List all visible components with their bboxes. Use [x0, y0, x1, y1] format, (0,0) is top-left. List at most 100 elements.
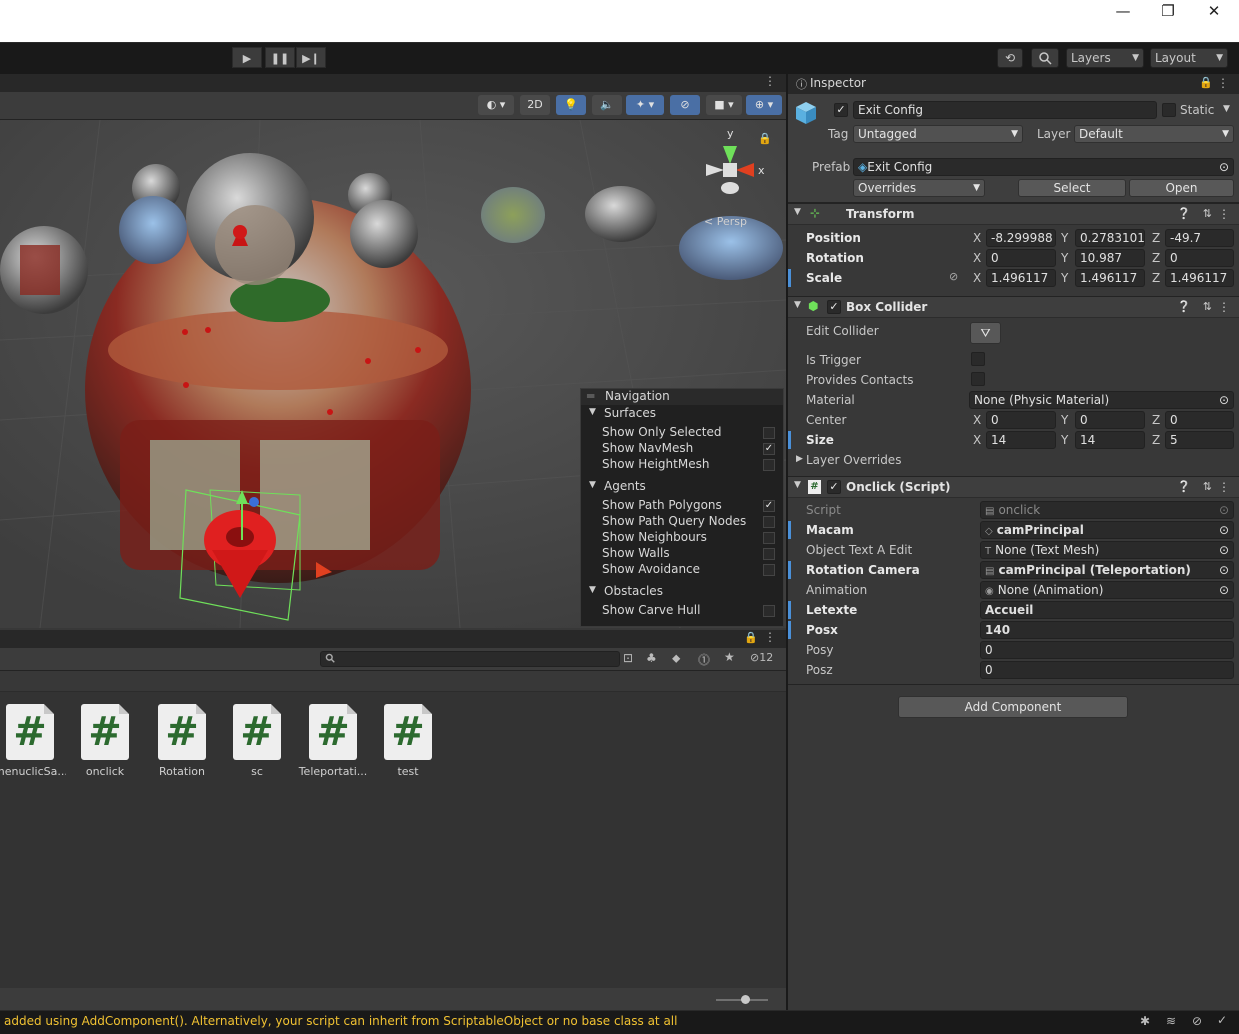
axis-x-label[interactable]: X	[973, 251, 981, 265]
axis-z-label[interactable]: Z	[1152, 433, 1160, 447]
navigation-option-checkbox[interactable]	[763, 532, 775, 544]
axis-x-label[interactable]: X	[973, 433, 981, 447]
box-collider-enabled-checkbox[interactable]: ✓	[827, 300, 841, 314]
visibility-icon[interactable]: ⊘	[670, 95, 700, 115]
help-icon[interactable]: ❔	[1177, 300, 1191, 313]
active-checkbox[interactable]: ✓	[834, 103, 848, 117]
center-y-field[interactable]: 0	[1075, 411, 1145, 429]
navigation-option[interactable]: Show Carve Hull	[581, 603, 783, 619]
position-z-field[interactable]: -49.7	[1165, 229, 1234, 247]
lighting-icon[interactable]: 💡	[556, 95, 586, 115]
provides-contacts-checkbox[interactable]	[971, 372, 985, 386]
size-x-field[interactable]: 14	[986, 431, 1056, 449]
navigation-option-checkbox[interactable]	[763, 516, 775, 528]
link-scale-icon[interactable]: ⊘	[949, 270, 958, 283]
target-icon[interactable]: ⊙	[1219, 159, 1229, 175]
layers-stack-icon[interactable]: ≋	[1166, 1014, 1176, 1028]
script-field-value[interactable]: ▤ camPrincipal (Teleportation) ⊙	[980, 561, 1234, 579]
navigation-header[interactable]: ═ Navigation	[581, 389, 783, 405]
scale-z-field[interactable]: 1.496117	[1165, 269, 1234, 287]
asset-item[interactable]: # Teleportati...	[297, 704, 369, 778]
script-field-value[interactable]: T None (Text Mesh) ⊙	[980, 541, 1234, 559]
warning-icon[interactable]: ⓵	[698, 651, 710, 668]
target-icon[interactable]: ⊙	[1219, 582, 1229, 598]
asset-item[interactable]: # onclick	[69, 704, 141, 778]
onclick-script-header[interactable]: ▼ # ✓ Onclick (Script) ❔ ⇅ ⋮	[788, 476, 1239, 498]
play-button[interactable]: ▶	[232, 47, 262, 68]
navigation-option-checkbox[interactable]	[763, 427, 775, 439]
console-message[interactable]: added using AddComponent(). Alternativel…	[4, 1014, 677, 1028]
more-icon[interactable]: ⋮	[1218, 300, 1230, 314]
overrides-dropdown[interactable]: Overrides ▼	[853, 179, 985, 197]
project-search-input[interactable]	[320, 651, 620, 667]
is-trigger-checkbox[interactable]	[971, 352, 985, 366]
toggle-2d-button[interactable]: 2D	[520, 95, 550, 115]
open-button[interactable]: Open	[1129, 179, 1234, 197]
effects-icon[interactable]: ✦ ▾	[626, 95, 664, 115]
foldout-arrow-icon[interactable]: ▶	[796, 454, 803, 464]
search-icon[interactable]	[1031, 48, 1059, 68]
asset-item[interactable]: # test	[372, 704, 444, 778]
navigation-section[interactable]: ▼ Obstacles	[581, 584, 783, 600]
foldout-arrow-icon[interactable]: ▼	[794, 207, 801, 217]
restore-button[interactable]: ❐	[1145, 0, 1191, 22]
navigation-option-checkbox[interactable]: ✓	[763, 443, 775, 455]
presets-icon[interactable]: ⇅	[1203, 207, 1212, 220]
box-collider-header[interactable]: ▼ ⬢ ✓ Box Collider ❔ ⇅ ⋮	[788, 296, 1239, 318]
minimize-button[interactable]: —	[1100, 0, 1146, 22]
gizmos-icon[interactable]: ⊕ ▾	[746, 95, 782, 115]
axis-x-label[interactable]: X	[973, 413, 981, 427]
tag-icon[interactable]: ⬥	[672, 651, 680, 666]
close-button[interactable]: ✕	[1191, 0, 1237, 22]
position-x-field[interactable]: -8.299988	[986, 229, 1056, 247]
position-y-field[interactable]: 0.2783101	[1075, 229, 1145, 247]
navigation-section[interactable]: ▼ Surfaces	[581, 406, 783, 422]
foldout-arrow-icon[interactable]: ▼	[794, 300, 801, 310]
script-field-value[interactable]: 0	[980, 661, 1234, 679]
edit-collider-button[interactable]: ⛛	[970, 322, 1001, 344]
more-icon[interactable]: ⋮	[1218, 480, 1230, 494]
target-icon[interactable]: ⊙	[1219, 502, 1229, 518]
layer-overrides-label[interactable]: Layer Overrides	[806, 453, 901, 467]
axis-x-label[interactable]: X	[973, 231, 981, 245]
navigation-section[interactable]: ▼ Agents	[581, 479, 783, 495]
more-icon[interactable]: ⋮	[764, 74, 776, 88]
axis-y-label[interactable]: Y	[1061, 433, 1068, 447]
audio-icon[interactable]: 🔈	[592, 95, 622, 115]
static-checkbox[interactable]	[1162, 103, 1176, 117]
hidden-packages-icon[interactable]: ⊘12	[750, 651, 773, 664]
filter-label-icon[interactable]: ♣	[646, 651, 657, 665]
pause-button[interactable]: ❚❚	[265, 47, 295, 68]
axis-y-label[interactable]: Y	[1061, 231, 1068, 245]
history-icon[interactable]: ⟲	[997, 48, 1023, 68]
axis-y-label[interactable]: Y	[1061, 251, 1068, 265]
script-field-value[interactable]: Accueil	[980, 601, 1234, 619]
navigation-option-checkbox[interactable]	[763, 564, 775, 576]
filter-type-icon[interactable]: ⊡	[623, 651, 633, 665]
navigation-option[interactable]: Show NavMesh ✓	[581, 441, 783, 457]
add-component-button[interactable]: Add Component	[898, 696, 1128, 718]
script-field-value[interactable]: ◉ None (Animation) ⊙	[980, 581, 1234, 599]
zoom-slider-handle[interactable]	[741, 995, 750, 1004]
persp-label[interactable]: < Persp	[704, 215, 747, 228]
axis-z-label[interactable]: Z	[1152, 413, 1160, 427]
script-field-value[interactable]: 0	[980, 641, 1234, 659]
target-icon[interactable]: ⊙	[1219, 392, 1229, 408]
chevron-down-icon[interactable]: ▼	[1223, 104, 1230, 114]
help-icon[interactable]: ❔	[1177, 207, 1191, 220]
center-z-field[interactable]: 0	[1165, 411, 1234, 429]
rotation-z-field[interactable]: 0	[1165, 249, 1234, 267]
star-icon[interactable]: ★	[724, 650, 735, 664]
layout-dropdown[interactable]: Layout ▼	[1150, 48, 1228, 68]
select-button[interactable]: Select	[1018, 179, 1126, 197]
asset-item[interactable]: # menuclicSa...	[0, 704, 66, 778]
navigation-option[interactable]: Show Avoidance	[581, 562, 783, 578]
navigation-option[interactable]: Show HeightMesh	[581, 457, 783, 473]
navigation-option[interactable]: Show Only Selected	[581, 425, 783, 441]
material-field[interactable]: None (Physic Material) ⊙	[969, 391, 1234, 409]
target-icon[interactable]: ⊙	[1219, 542, 1229, 558]
target-icon[interactable]: ⊙	[1219, 562, 1229, 578]
help-icon[interactable]: ❔	[1177, 480, 1191, 493]
center-x-field[interactable]: 0	[986, 411, 1056, 429]
object-name-field[interactable]: Exit Config	[853, 101, 1157, 119]
